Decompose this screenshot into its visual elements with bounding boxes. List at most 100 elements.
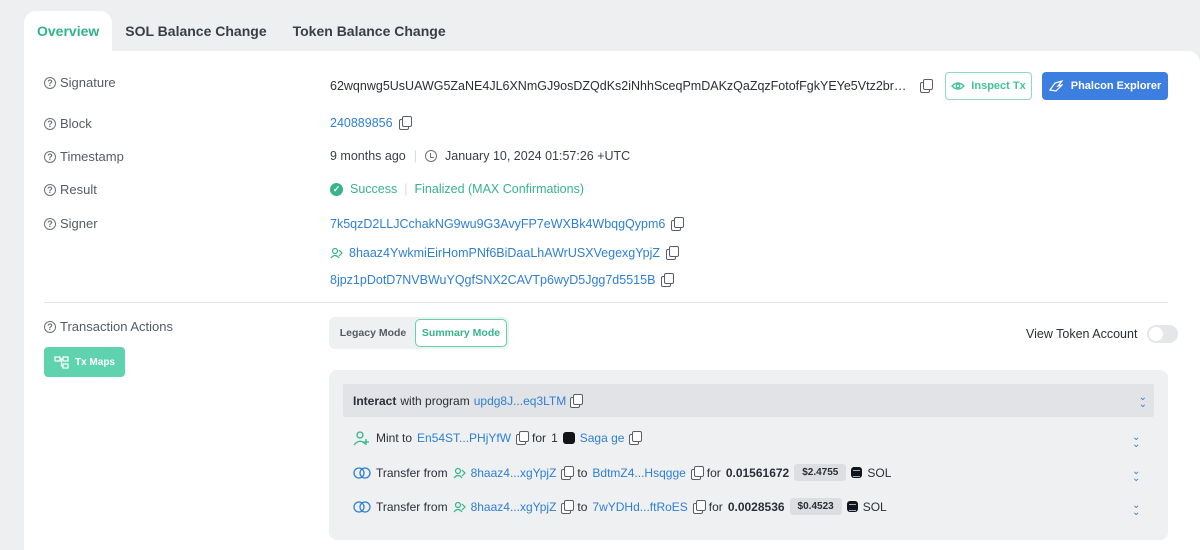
interact-row[interactable]: Interact with program updg8J...eq3LTM ⌄ ⌄ xyxy=(343,384,1154,417)
timestamp-label: Timestamp xyxy=(60,149,124,164)
transfer-verb: Transfer from xyxy=(376,465,448,480)
chevron-down-icon[interactable]: ⌄ ⌄ xyxy=(1132,467,1140,484)
chevron-down-icon[interactable]: ⌄ ⌄ xyxy=(1139,392,1148,409)
inspect-tx-button[interactable]: Inspect Tx xyxy=(945,72,1032,100)
block-link[interactable]: 240889856 xyxy=(330,116,393,130)
divider xyxy=(44,302,1168,303)
timestamp-label-row: ? Timestamp xyxy=(44,149,124,164)
result-status: Success xyxy=(350,182,398,196)
fee-payer-icon xyxy=(453,467,466,478)
mint-amount: 1 xyxy=(551,431,558,445)
transfer-action-row: Transfer from 8haaz4...xgYpjZ to 7wYDHd.… xyxy=(353,498,887,515)
copy-icon[interactable] xyxy=(570,393,584,408)
summary-mode-button[interactable]: Summary Mode xyxy=(415,319,507,347)
signature-value: 62wqnwg5UsUAWG5ZaNE4JL6XNmGJ9osDZQdKs2iN… xyxy=(330,79,914,93)
timestamp-relative: 9 months ago xyxy=(330,149,406,163)
block-label-row: ? Block xyxy=(44,116,92,131)
phalcon-explorer-label: Phalcon Explorer xyxy=(1070,80,1162,92)
overview-card: ? Signature 62wqnwg5UsUAWG5ZaNE4JL6XNmGJ… xyxy=(24,51,1200,550)
sol-logo-icon xyxy=(846,501,858,512)
clock-icon xyxy=(425,150,437,162)
view-token-account-row: View Token Account xyxy=(1026,325,1179,343)
chevron-down-icon[interactable]: ⌄ ⌄ xyxy=(1132,501,1140,518)
copy-icon[interactable] xyxy=(561,465,575,480)
transfer-token: SOL xyxy=(862,499,887,514)
view-token-account-label: View Token Account xyxy=(1026,327,1138,341)
fee-payer-icon xyxy=(453,501,466,512)
fee-payer-icon xyxy=(330,247,343,259)
transaction-actions-label-row: ? Transaction Actions xyxy=(44,319,173,334)
token-logo-icon xyxy=(562,432,575,444)
chevron-down-icon[interactable]: ⌄ ⌄ xyxy=(1132,433,1140,450)
result-value-row: ✓ Success | Finalized (MAX Confirmations… xyxy=(330,182,584,196)
transfer-to-link[interactable]: BdtmZ4...Hsqgge xyxy=(592,466,685,480)
help-icon: ? xyxy=(44,150,56,163)
signature-label-row: ? Signature xyxy=(44,75,116,90)
copy-icon[interactable] xyxy=(629,431,643,445)
copy-icon[interactable] xyxy=(666,246,680,260)
sol-logo-icon xyxy=(851,467,863,478)
mint-to-link[interactable]: En54ST...PHjYfW xyxy=(417,431,511,445)
transfer-for: for xyxy=(706,465,721,480)
result-label-row: ? Result xyxy=(44,182,97,197)
help-icon: ? xyxy=(44,217,56,230)
success-check-icon: ✓ xyxy=(330,182,343,196)
copy-icon[interactable] xyxy=(661,273,675,287)
signer-row-1: 7k5qzD2LLJCchakNG9wu9G3AvyFP7eWXBk4WbqgQ… xyxy=(330,217,685,231)
signer-row-3: 8jpz1pDotD7NVBWuYQgfSNX2CAVTp6wyD5Jgg7d5… xyxy=(330,273,675,287)
phalcon-explorer-button[interactable]: Phalcon Explorer xyxy=(1042,72,1168,100)
tab-token-balance-change[interactable]: Token Balance Change xyxy=(280,11,459,51)
copy-icon[interactable] xyxy=(690,465,704,480)
signer-address[interactable]: 8haaz4YwkmiEirHomPNf6BiDaaLhAWrUSXVegexg… xyxy=(349,246,660,260)
copy-icon[interactable] xyxy=(692,499,706,514)
help-icon: ? xyxy=(44,117,56,130)
signer-address[interactable]: 8jpz1pDotD7NVBWuYQgfSNX2CAVTp6wyD5Jgg7d5… xyxy=(330,273,655,287)
transfer-amount: 0.0028536 xyxy=(727,499,785,514)
signer-label: Signer xyxy=(60,216,98,231)
transfer-to-word: to xyxy=(577,499,588,514)
copy-icon[interactable] xyxy=(920,79,933,93)
mode-switch: Legacy Mode Summary Mode xyxy=(329,317,509,349)
tab-sol-balance-change[interactable]: SOL Balance Change xyxy=(112,11,279,51)
transfer-to-link[interactable]: 7wYDHd...ftRoES xyxy=(592,500,687,514)
separator: | xyxy=(404,182,408,196)
copy-icon[interactable] xyxy=(398,116,412,130)
help-icon: ? xyxy=(44,320,56,333)
copy-icon[interactable] xyxy=(561,499,575,514)
transfer-verb: Transfer from xyxy=(376,499,448,514)
block-label: Block xyxy=(60,116,92,131)
help-icon: ? xyxy=(44,76,56,89)
timestamp-value-row: 9 months ago | January 10, 2024 01:57:26… xyxy=(330,149,630,163)
signer-label-row: ? Signer xyxy=(44,216,98,231)
legacy-mode-button[interactable]: Legacy Mode xyxy=(331,319,415,347)
result-confirmation: Finalized (MAX Confirmations) xyxy=(414,182,585,196)
tx-maps-label: Tx Maps xyxy=(74,356,115,368)
transaction-actions-label: Transaction Actions xyxy=(60,319,173,334)
block-value-row: 240889856 xyxy=(330,116,412,130)
mint-for: for xyxy=(532,431,547,445)
separator: | xyxy=(413,149,417,163)
usd-value-badge: $2.4755 xyxy=(794,464,847,481)
signer-address[interactable]: 7k5qzD2LLJCchakNG9wu9G3AvyFP7eWXBk4WbqgQ… xyxy=(330,217,665,231)
transfer-for: for xyxy=(708,499,723,514)
copy-icon[interactable] xyxy=(516,431,530,445)
transfer-icon xyxy=(353,466,371,479)
signature-value-row: 62wqnwg5UsUAWG5ZaNE4JL6XNmGJ9osDZQdKs2iN… xyxy=(330,79,933,93)
transfer-from-link[interactable]: 8haaz4...xgYpjZ xyxy=(471,500,557,514)
result-label: Result xyxy=(60,182,97,197)
mint-token-link[interactable]: Saga ge xyxy=(580,431,625,445)
interact-text: with program xyxy=(400,393,470,408)
tab-bar: Overview SOL Balance Change Token Balanc… xyxy=(24,11,459,51)
mint-verb: Mint to xyxy=(376,431,413,445)
signature-label: Signature xyxy=(60,75,116,90)
tab-overview[interactable]: Overview xyxy=(24,11,113,51)
view-token-account-toggle[interactable] xyxy=(1147,325,1179,343)
transfer-amount: 0.01561672 xyxy=(725,465,790,480)
eye-icon xyxy=(951,82,966,90)
program-link[interactable]: updg8J...eq3LTM xyxy=(474,394,567,408)
mint-action-row: Mint to En54ST...PHjYfW for 1 Saga ge xyxy=(353,430,643,446)
transfer-from-link[interactable]: 8haaz4...xgYpjZ xyxy=(471,466,557,480)
copy-icon[interactable] xyxy=(671,217,685,231)
signer-row-2: 8haaz4YwkmiEirHomPNf6BiDaaLhAWrUSXVegexg… xyxy=(330,246,680,260)
tx-maps-button[interactable]: Tx Maps xyxy=(44,347,125,377)
